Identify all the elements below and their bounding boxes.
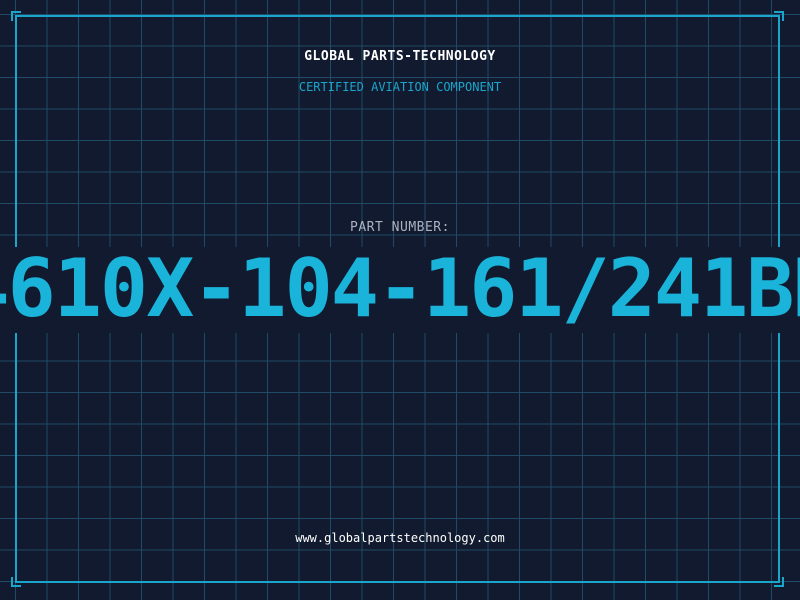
part-number-value: 4610X-104-161/241BR	[0, 247, 800, 333]
website-url: www.globalpartstechnology.com	[295, 531, 505, 545]
corner-mark-top-right	[774, 11, 784, 21]
corner-mark-bottom-right	[774, 577, 784, 587]
company-name: GLOBAL PARTS-TECHNOLOGY	[304, 49, 496, 64]
corner-mark-bottom-left	[11, 577, 21, 587]
certification-subtitle: CERTIFIED AVIATION COMPONENT	[298, 80, 502, 94]
part-number-label: PART NUMBER:	[350, 220, 450, 235]
corner-mark-top-left	[11, 11, 21, 21]
part-number-band: 4610X-104-161/241BR	[0, 247, 800, 333]
